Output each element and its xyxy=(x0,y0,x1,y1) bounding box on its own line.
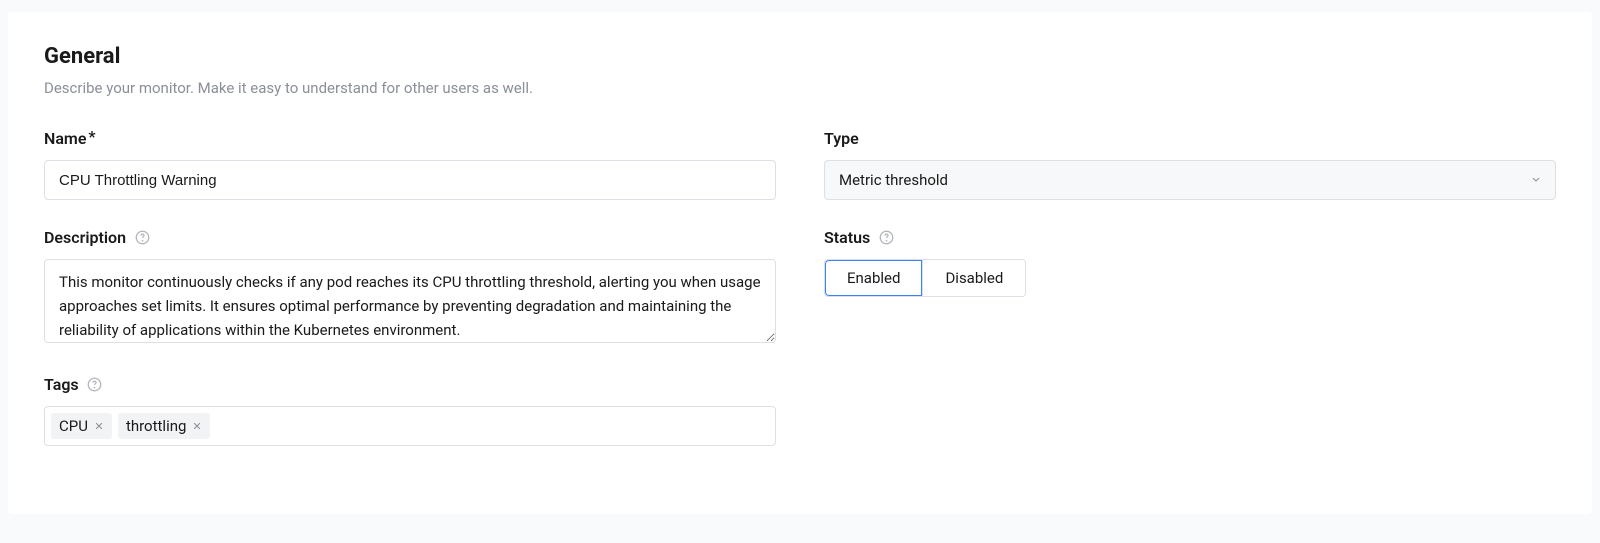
name-label-row: Name* xyxy=(44,129,776,148)
tags-label-row: Tags xyxy=(44,375,776,394)
type-select[interactable]: Metric threshold xyxy=(824,160,1556,200)
tags-label: Tags xyxy=(44,375,79,394)
tags-field-group: Tags CPU throttling xyxy=(44,375,776,446)
tag-chip: throttling xyxy=(118,413,210,439)
general-section-card: General Describe your monitor. Make it e… xyxy=(8,12,1592,514)
description-label: Description xyxy=(44,228,126,247)
section-subtitle: Describe your monitor. Make it easy to u… xyxy=(44,79,1556,97)
description-textarea[interactable] xyxy=(44,259,776,343)
tags-input[interactable]: CPU throttling xyxy=(44,406,776,446)
description-label-row: Description xyxy=(44,228,776,247)
close-icon[interactable] xyxy=(94,421,104,431)
form-col-right: Type Metric threshold Status xyxy=(824,129,1556,474)
status-label: Status xyxy=(824,228,870,247)
type-field-group: Type Metric threshold xyxy=(824,129,1556,200)
name-label: Name* xyxy=(44,129,96,148)
status-enabled-button[interactable]: Enabled xyxy=(825,260,922,296)
tag-chip-label: CPU xyxy=(59,417,88,435)
name-input[interactable] xyxy=(44,160,776,200)
type-select-value: Metric threshold xyxy=(824,160,1556,200)
form-col-left: Name* Description Tags xyxy=(44,129,776,474)
form-row: Name* Description Tags xyxy=(44,129,1556,474)
close-icon[interactable] xyxy=(192,421,202,431)
status-label-row: Status xyxy=(824,228,1556,247)
required-indicator: * xyxy=(88,127,95,146)
tag-chip: CPU xyxy=(51,413,112,439)
tag-chip-label: throttling xyxy=(126,417,186,435)
type-label-row: Type xyxy=(824,129,1556,148)
status-toggle: Enabled Disabled xyxy=(824,259,1026,297)
status-disabled-button[interactable]: Disabled xyxy=(922,260,1025,296)
section-title: General xyxy=(44,44,1556,69)
name-field-group: Name* xyxy=(44,129,776,200)
status-field-group: Status Enabled Disabled xyxy=(824,228,1556,297)
question-circle-icon[interactable] xyxy=(87,377,103,393)
type-label: Type xyxy=(824,129,859,148)
question-circle-icon[interactable] xyxy=(134,230,150,246)
description-field-group: Description xyxy=(44,228,776,347)
question-circle-icon[interactable] xyxy=(878,230,894,246)
